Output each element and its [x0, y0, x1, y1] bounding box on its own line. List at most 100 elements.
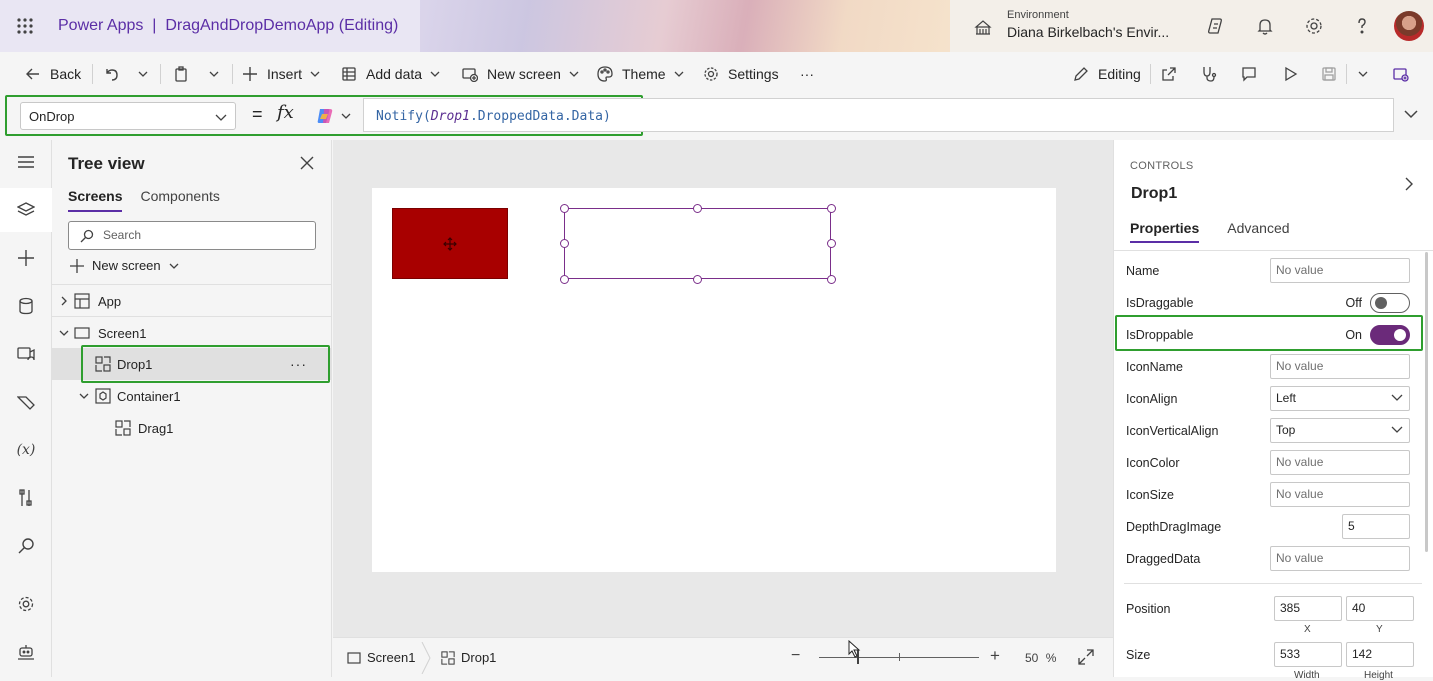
new-screen-icon	[461, 65, 479, 83]
editing-label: Editing	[1098, 66, 1141, 82]
gear-icon[interactable]	[1304, 16, 1324, 36]
position-y-label: Y	[1376, 624, 1383, 635]
name-input[interactable]: No value	[1270, 258, 1410, 283]
play-icon	[1281, 65, 1299, 83]
position-y-input[interactable]: 40	[1346, 596, 1414, 621]
breadcrumb-drop1[interactable]: Drop1	[441, 650, 496, 665]
resize-handle[interactable]	[827, 239, 836, 248]
tab-properties[interactable]: Properties	[1130, 220, 1200, 243]
tree-item-drag1[interactable]: Drag1	[52, 412, 332, 444]
product-name[interactable]: Power Apps	[58, 17, 143, 34]
chevron-right-icon[interactable]	[58, 295, 70, 307]
resize-handle[interactable]	[560, 239, 569, 248]
draggeddata-input[interactable]: No value	[1270, 546, 1410, 571]
undo-button[interactable]	[102, 52, 120, 96]
environment-icon[interactable]	[974, 18, 992, 36]
paste-dropdown[interactable]	[209, 52, 219, 96]
app-checker-button[interactable]	[1200, 52, 1218, 96]
breadcrumb-screen1[interactable]: Screen1	[347, 650, 415, 665]
back-button[interactable]: Back	[24, 52, 81, 96]
formula-input[interactable]: Notify(Drop1.DroppedData.Data)	[364, 98, 1394, 132]
chevron-down-icon[interactable]	[78, 390, 90, 402]
drag1-control[interactable]	[392, 208, 508, 279]
avatar[interactable]	[1394, 11, 1424, 41]
rail-media[interactable]	[0, 332, 52, 376]
close-tree-view-button[interactable]	[300, 156, 314, 170]
copilot-formula-button[interactable]	[306, 98, 364, 132]
rail-search[interactable]	[0, 524, 52, 568]
rail-power-automate[interactable]	[0, 380, 52, 424]
resize-handle[interactable]	[560, 275, 569, 284]
hamburger-menu-button[interactable]	[0, 140, 52, 184]
undo-dropdown[interactable]	[138, 52, 148, 96]
environment-name[interactable]: Diana Birkelbach's Envir...	[1007, 24, 1169, 40]
theme-button[interactable]: Theme	[596, 52, 684, 96]
resize-handle[interactable]	[827, 204, 836, 213]
resize-handle[interactable]	[693, 275, 702, 284]
tree-item-app[interactable]: App	[52, 285, 332, 317]
tab-advanced[interactable]: Advanced	[1227, 220, 1289, 243]
iconsize-input[interactable]: No value	[1270, 482, 1410, 507]
position-x-input[interactable]: 385	[1274, 596, 1342, 621]
iconcolor-input[interactable]: No value	[1270, 450, 1410, 475]
drop1-control[interactable]	[560, 204, 836, 284]
expand-formula-button[interactable]	[1403, 108, 1419, 120]
hamburger-icon	[18, 156, 34, 168]
iconalign-dropdown[interactable]: Left	[1270, 386, 1410, 411]
comments-button[interactable]	[1240, 52, 1258, 96]
search-icon	[18, 538, 34, 554]
property-dropdown[interactable]: OnDrop	[20, 102, 236, 130]
fit-to-window-button[interactable]	[1078, 649, 1094, 665]
fx-icon[interactable]: fx	[277, 102, 294, 123]
save-dropdown[interactable]	[1358, 52, 1368, 96]
copilot-icon[interactable]	[1206, 16, 1226, 36]
tree-search-input[interactable]: Search	[68, 221, 316, 250]
resize-handle[interactable]	[560, 204, 569, 213]
waffle-icon[interactable]	[16, 17, 34, 35]
insert-button[interactable]: Insert	[241, 52, 320, 96]
resize-handle[interactable]	[693, 204, 702, 213]
size-width-input[interactable]: 533	[1274, 642, 1342, 667]
highlight-drop1	[81, 345, 330, 383]
new-screen-button[interactable]: New screen	[461, 52, 579, 96]
publish-button[interactable]	[1392, 52, 1410, 96]
add-data-label: Add data	[366, 66, 423, 82]
search-placeholder: Search	[103, 228, 142, 242]
help-icon[interactable]	[1352, 16, 1372, 36]
rail-tree-view[interactable]	[0, 188, 52, 232]
rail-advanced-tools[interactable]	[0, 476, 52, 520]
zoom-out-button[interactable]: −	[791, 647, 800, 665]
rail-insert[interactable]	[0, 236, 52, 280]
settings-button[interactable]: Settings	[702, 52, 779, 96]
rail-virtual-agent[interactable]	[0, 630, 52, 674]
tab-screens[interactable]: Screens	[68, 188, 123, 212]
zoom-in-button[interactable]: +	[990, 646, 1000, 666]
new-screen-tree-button[interactable]: New screen	[70, 258, 179, 273]
editing-button[interactable]: Editing	[1072, 52, 1141, 96]
prop-label: IconVerticalAlign	[1126, 424, 1219, 438]
iconverticalalign-dropdown[interactable]: Top	[1270, 418, 1410, 443]
share-button[interactable]	[1160, 52, 1178, 96]
tab-components[interactable]: Components	[140, 188, 219, 212]
resize-handle[interactable]	[827, 275, 836, 284]
tree-item-container1[interactable]: Container1	[52, 380, 332, 412]
prop-label: IconSize	[1126, 488, 1174, 502]
add-data-button[interactable]: Add data	[340, 52, 440, 96]
isdraggable-toggle[interactable]	[1370, 293, 1410, 313]
chevron-down-icon[interactable]	[58, 327, 70, 339]
rail-variables[interactable]: (x)	[0, 428, 52, 472]
iconname-input[interactable]: No value	[1270, 354, 1410, 379]
bell-icon[interactable]	[1255, 16, 1275, 36]
layers-icon	[17, 202, 35, 216]
depthdragimage-input[interactable]: 5	[1342, 514, 1410, 539]
screen1-canvas[interactable]	[372, 188, 1056, 572]
paste-button[interactable]	[172, 52, 190, 96]
rail-data[interactable]	[0, 284, 52, 328]
rail-settings[interactable]	[0, 582, 52, 626]
tree-view-panel: Tree view Screens Components Search New …	[52, 140, 332, 677]
preview-button[interactable]	[1281, 52, 1299, 96]
collapse-properties-button[interactable]	[1404, 176, 1414, 192]
save-button[interactable]	[1320, 52, 1338, 96]
more-button[interactable]: ···	[800, 52, 814, 96]
size-height-input[interactable]: 142	[1346, 642, 1414, 667]
